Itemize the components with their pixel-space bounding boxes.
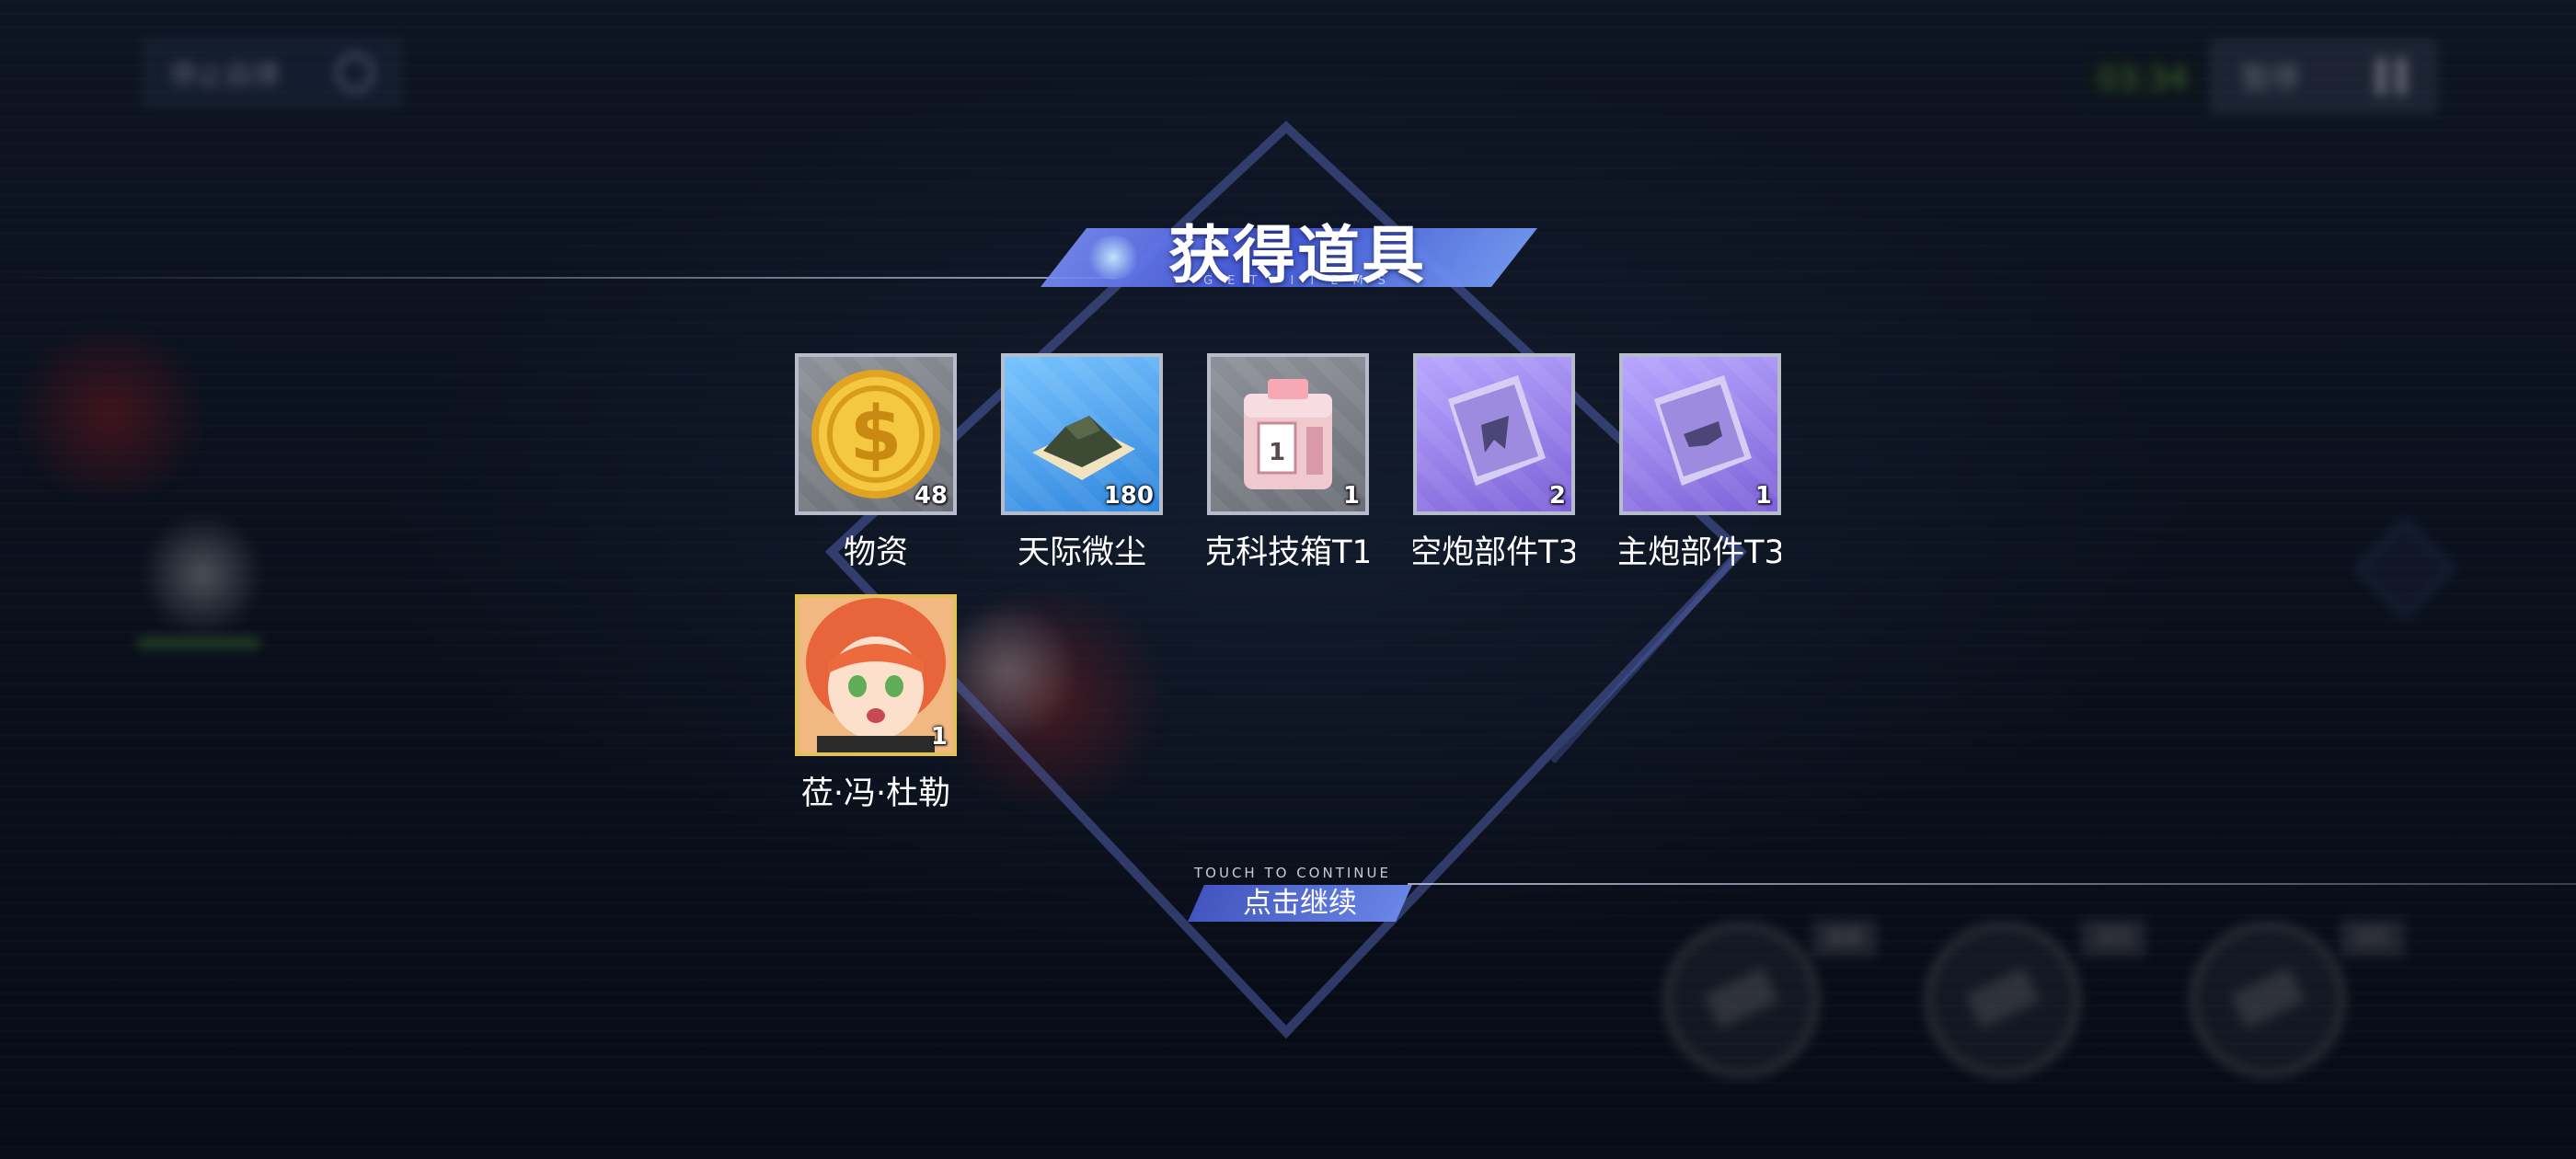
reward-item[interactable]: 180 天际微尘 (1001, 353, 1163, 573)
item-name: 主炮部件T3 (1619, 534, 1781, 571)
item-name: 天际微尘 (1017, 534, 1146, 571)
item-count: 48 (914, 482, 948, 510)
item-frame: 1 (1619, 353, 1781, 515)
item-frame: 180 (1001, 353, 1163, 515)
reward-item[interactable]: 1 莅·冯·杜勒 (795, 594, 957, 814)
battle-scene: 停止自律 03:34 暂停 8/8 3/3 0/1 获得道具 GET ITEMS (0, 0, 2576, 1159)
item-count: 1 (930, 723, 948, 751)
part-book-icon (1448, 375, 1546, 486)
item-frame: $ 48 (795, 353, 957, 515)
svg-text:1: 1 (1269, 439, 1285, 466)
item-count: 1 (1342, 482, 1360, 510)
item-name: 克科技箱T1 (1207, 534, 1369, 571)
part-book-icon (1654, 375, 1752, 486)
continue-button[interactable]: 点击继续 (1196, 885, 1404, 922)
reward-item[interactable]: $ 48 物资 (795, 353, 957, 573)
reward-subtitle: GET ITEMS (1203, 274, 1400, 288)
svg-text:$: $ (849, 391, 902, 478)
reward-item[interactable]: 1 1 克科技箱T1 (1207, 353, 1369, 573)
continue-hint: TOUCH TO CONTINUE (1194, 865, 1391, 881)
title-divider-line (0, 277, 1117, 279)
item-frame: 2 (1413, 353, 1575, 515)
item-count: 1 (1754, 482, 1772, 510)
tech-box-icon: 1 (1244, 379, 1332, 489)
continue-divider-line (1408, 883, 2576, 885)
item-name: 空炮部件T3 (1413, 534, 1575, 571)
item-frame: 1 1 (1207, 353, 1369, 515)
item-name: 物资 (843, 534, 908, 571)
item-count: 2 (1548, 482, 1566, 510)
character-portrait (799, 598, 953, 752)
title-glow (1086, 235, 1141, 280)
diamond-frame-decoration (824, 120, 1748, 1039)
item-frame: 1 (795, 594, 957, 756)
item-name: 莅·冯·杜勒 (800, 775, 951, 812)
reward-item[interactable]: 2 空炮部件T3 (1413, 353, 1575, 573)
item-count: 180 (1103, 482, 1154, 510)
reward-item[interactable]: 1 主炮部件T3 (1619, 353, 1781, 573)
